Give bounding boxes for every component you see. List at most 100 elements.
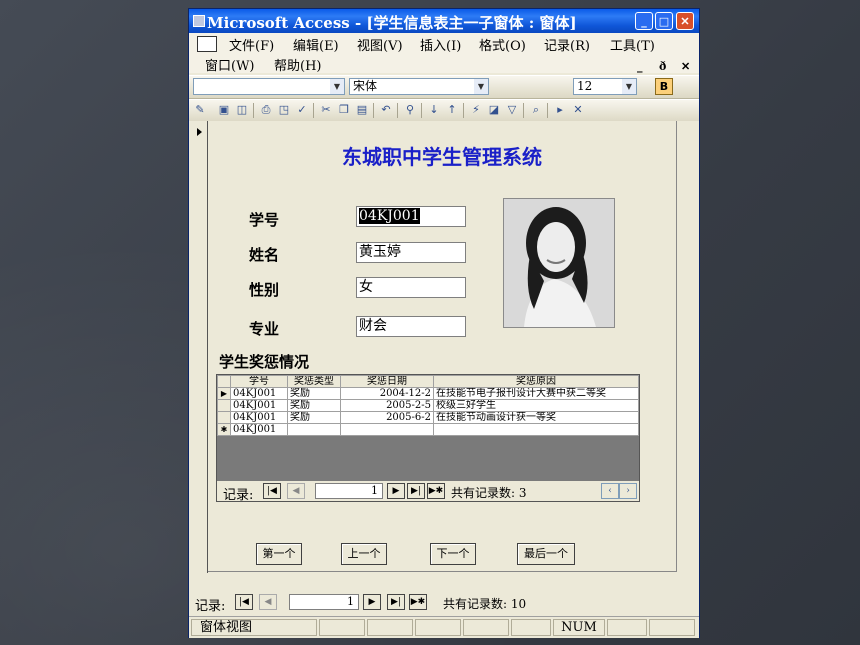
cell-type[interactable]: 奖励	[287, 387, 341, 400]
cell-date[interactable]	[340, 423, 434, 436]
minimize-button[interactable]: _	[635, 12, 653, 30]
menu-view[interactable]: 视图(V)	[357, 35, 403, 54]
font-size-value: 12	[577, 79, 593, 93]
table-row[interactable]: 04KJ001 奖励 2005-2-5 校级三好学生	[217, 399, 639, 412]
first-button[interactable]: 第一个	[256, 543, 302, 565]
next-button[interactable]: 下一个	[430, 543, 476, 565]
last-record-icon[interactable]: ▶|	[387, 594, 405, 610]
paste-icon[interactable]: ▤	[355, 103, 369, 117]
maximize-button[interactable]: □	[655, 12, 673, 30]
menu-insert[interactable]: 插入(I)	[420, 35, 461, 54]
print-icon[interactable]: ⎙	[259, 103, 273, 117]
copy-icon[interactable]: ❐	[337, 103, 351, 117]
cell-type[interactable]	[287, 423, 341, 436]
previous-record-icon[interactable]: ◀	[287, 483, 305, 499]
cell-student-id[interactable]: 04KJ001	[230, 387, 288, 400]
new-record-nav-icon[interactable]: ▶✱	[427, 483, 445, 499]
cell-reason[interactable]: 在技能节动画设计获一等奖	[433, 411, 639, 424]
toolbar-separator	[313, 103, 314, 118]
size-grip[interactable]	[649, 619, 695, 636]
major-field[interactable]: 财会	[356, 316, 466, 337]
font-combo[interactable]: 宋体 ▼	[349, 78, 489, 95]
mdi-restore-icon[interactable]: ð	[659, 60, 666, 73]
close-button[interactable]: ✕	[676, 12, 694, 30]
sort-ascending-icon[interactable]: ↓	[427, 103, 441, 117]
status-panel	[319, 619, 365, 636]
next-record-icon[interactable]: ▶	[387, 483, 405, 499]
record-selector[interactable]	[189, 121, 208, 573]
toolbar-separator	[523, 103, 524, 118]
current-row-icon[interactable]: ▶	[217, 387, 231, 400]
cell-reason[interactable]: 校级三好学生	[433, 399, 639, 412]
filter-by-form-icon[interactable]: ◪	[487, 103, 501, 117]
name-field[interactable]: 黄玉婷	[356, 242, 466, 263]
print-preview-icon[interactable]: ◳	[277, 103, 291, 117]
font-size-combo[interactable]: 12 ▼	[573, 78, 637, 95]
cell-type[interactable]: 奖励	[287, 411, 341, 424]
next-record-icon[interactable]: ▶	[363, 594, 381, 610]
menu-help[interactable]: 帮助(H)	[274, 55, 321, 74]
menu-edit[interactable]: 编辑(E)	[293, 35, 339, 54]
delete-record-icon[interactable]: ✕	[571, 103, 585, 117]
cell-student-id[interactable]: 04KJ001	[230, 399, 288, 412]
new-record-icon[interactable]: ▸	[553, 103, 567, 117]
bold-button[interactable]: B	[655, 78, 673, 95]
menu-file[interactable]: 文件(F)	[229, 35, 274, 54]
last-record-icon[interactable]: ▶|	[407, 483, 425, 499]
sort-descending-icon[interactable]: ↑	[445, 103, 459, 117]
name-label: 姓名	[249, 246, 280, 264]
column-header[interactable]: 学号	[230, 375, 288, 388]
toolbar-separator	[547, 103, 548, 118]
table-row[interactable]: ▶ 04KJ001 奖励 2004-12-2 在技能节电子报刊设计大赛中获二等奖	[217, 387, 639, 400]
form-window-icon[interactable]	[197, 36, 217, 52]
last-button[interactable]: 最后一个	[517, 543, 575, 565]
main-record-navigation: 记录: |◀ ◀ 1 ▶ ▶| ▶✱ 共有记录数: 10	[189, 592, 699, 614]
hyperlink-icon[interactable]: ⚲	[403, 103, 417, 117]
scroll-left-icon[interactable]: ‹	[601, 483, 619, 499]
cell-reason[interactable]: 在技能节电子报刊设计大赛中获二等奖	[433, 387, 639, 400]
scroll-right-icon[interactable]: ›	[619, 483, 637, 499]
cell-student-id[interactable]: 04KJ001	[230, 423, 288, 436]
table-row[interactable]: 04KJ001 奖励 2005-6-2 在技能节动画设计获一等奖	[217, 411, 639, 424]
mdi-close-icon[interactable]: ✕	[681, 60, 690, 73]
cell-date[interactable]: 2005-2-5	[340, 399, 434, 412]
column-header[interactable]: 奖惩日期	[340, 375, 434, 388]
object-combo[interactable]: ▼	[193, 78, 345, 95]
menu-format[interactable]: 格式(O)	[479, 35, 526, 54]
undo-icon[interactable]: ↶	[379, 103, 393, 117]
cut-icon[interactable]: ✂	[319, 103, 333, 117]
new-record-row[interactable]: ✱ 04KJ001	[217, 423, 639, 436]
cell-type[interactable]: 奖励	[287, 399, 341, 412]
subform-record-number[interactable]: 1	[315, 483, 383, 499]
column-header[interactable]: 奖惩原因	[433, 375, 639, 388]
column-header[interactable]: 奖惩类型	[287, 375, 341, 388]
cell-student-id[interactable]: 04KJ001	[230, 411, 288, 424]
previous-button[interactable]: 上一个	[341, 543, 387, 565]
menu-records[interactable]: 记录(R)	[544, 35, 590, 54]
row-selector[interactable]	[217, 399, 231, 412]
search-file-icon[interactable]: ◫	[235, 103, 249, 117]
student-id-field[interactable]: 04KJ001	[356, 206, 466, 227]
gender-field[interactable]: 女	[356, 277, 466, 298]
cell-date[interactable]: 2004-12-2	[340, 387, 434, 400]
main-record-number[interactable]: 1	[289, 594, 359, 610]
first-record-icon[interactable]: |◀	[263, 483, 281, 499]
new-record-icon[interactable]: ✱	[217, 423, 231, 436]
previous-record-icon[interactable]: ◀	[259, 594, 277, 610]
spelling-icon[interactable]: ✓	[295, 103, 309, 117]
new-record-nav-icon[interactable]: ▶✱	[409, 594, 427, 610]
row-selector[interactable]	[217, 411, 231, 424]
menu-tools[interactable]: 工具(T)	[610, 35, 655, 54]
status-panel	[415, 619, 461, 636]
cell-reason[interactable]	[433, 423, 639, 436]
apply-filter-icon[interactable]: ▽	[505, 103, 519, 117]
save-icon[interactable]: ▣	[217, 103, 231, 117]
first-record-icon[interactable]: |◀	[235, 594, 253, 610]
cell-date[interactable]: 2005-6-2	[340, 411, 434, 424]
find-icon[interactable]: ⌕	[529, 103, 543, 117]
header-selector[interactable]	[217, 375, 231, 388]
menu-window[interactable]: 窗口(W)	[205, 55, 255, 74]
filter-by-selection-icon[interactable]: ⚡	[469, 103, 483, 117]
mdi-minimize-icon[interactable]: _	[637, 60, 643, 73]
design-view-icon[interactable]: ✎	[193, 103, 207, 117]
